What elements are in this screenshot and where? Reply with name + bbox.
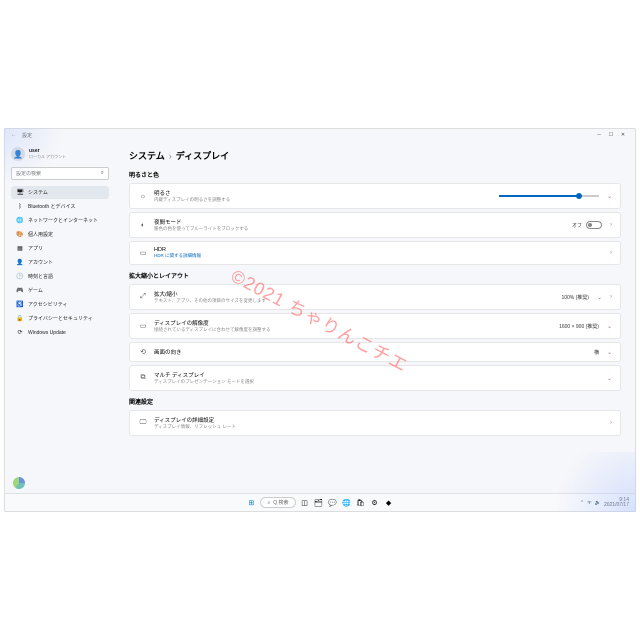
explorer-icon[interactable]: 🗂: [314, 498, 324, 508]
card-nightlight[interactable]: ◐ 夜間モード暖色の色を使ってブルーライトをブロックする オフ›: [129, 212, 621, 238]
edge-taskbar-icon[interactable]: 🌐: [342, 498, 352, 508]
card-orientation[interactable]: ⟲ 画面の向き 横⌄: [129, 342, 621, 362]
sidebar-item-gaming[interactable]: 🎮ゲーム: [11, 284, 109, 297]
sidebar-item-time[interactable]: 🕒時刻と言語: [11, 270, 109, 283]
chevron-right-icon[interactable]: ›: [610, 250, 612, 256]
chevron-down-icon[interactable]: ⌄: [607, 323, 612, 330]
chevron-down-icon[interactable]: ⌄: [607, 349, 612, 356]
hdr-link[interactable]: HDR に関する詳細情報: [154, 253, 600, 259]
sidebar-item-bluetooth[interactable]: ᛒBluetooth とデバイス: [11, 200, 109, 213]
chevron-down-icon[interactable]: ⌄: [597, 294, 602, 301]
titlebar: ← 設定 ─ ☐ ✕: [5, 129, 635, 141]
card-advanced-display[interactable]: 🖵 ディスプレイの詳細設定ディスプレイ情報、リフレッシュ レート ›: [129, 410, 621, 436]
card-scale[interactable]: ⤢ 拡大/縮小テキスト、アプリ、その他の項目のサイズを変更します 100% (推…: [129, 284, 621, 310]
privacy-icon: 🔒: [16, 315, 24, 322]
orientation-dropdown[interactable]: 横: [594, 349, 599, 356]
nightlight-toggle[interactable]: [586, 221, 602, 229]
chat-icon[interactable]: 💬: [328, 498, 338, 508]
nightlight-icon: ◐: [138, 222, 148, 229]
volume-tray-icon[interactable]: 🔈: [595, 500, 601, 506]
taskview-icon[interactable]: ◫: [300, 498, 310, 508]
accounts-icon: 👤: [16, 259, 24, 266]
sidebar-item-network[interactable]: 🌐ネットワークとインターネット: [11, 214, 109, 227]
hdr-icon: ▭: [138, 249, 148, 257]
clock[interactable]: 9:14 2021/07/17: [604, 498, 629, 508]
avatar: 👤: [11, 147, 25, 161]
card-brightness[interactable]: ☼ 明るさ内蔵ディスプレイの明るさを調整する ⌄: [129, 183, 621, 209]
settings-taskbar-icon[interactable]: ⚙: [370, 498, 380, 508]
search-icon: ⌕: [101, 170, 104, 177]
sidebar-item-accessibility[interactable]: ♿アクセシビリティ: [11, 298, 109, 311]
search-box[interactable]: ⌕: [11, 167, 109, 180]
maximize-button[interactable]: ☐: [605, 132, 617, 138]
sidebar-item-personalization[interactable]: 🎨個人用設定: [11, 228, 109, 241]
minimize-button[interactable]: ─: [593, 132, 605, 138]
settings-window: ← 設定 ─ ☐ ✕ 👤 user ローカル アカウント ⌕ 🖥システム ᛒBl…: [4, 128, 636, 512]
multi-display-icon: ⧉: [138, 374, 148, 382]
chevron-right-icon[interactable]: ›: [610, 222, 612, 228]
sidebar-item-accounts[interactable]: 👤アカウント: [11, 256, 109, 269]
taskbar: ⊞ ⌕Q 検索 ◫ 🗂 💬 🌐 🛍 ⚙ ◆ ⌃ ᯤ 🔈 9:14 2021/07…: [5, 493, 635, 511]
window-title: 設定: [22, 132, 32, 139]
system-tray[interactable]: ⌃ ᯤ 🔈 9:14 2021/07/17: [580, 498, 629, 508]
main-content: システム›ディスプレイ 明るさと色 ☼ 明るさ内蔵ディスプレイの明るさを調整する…: [115, 141, 635, 511]
sidebar-item-system[interactable]: 🖥システム: [11, 186, 109, 199]
network-icon: 🌐: [16, 217, 24, 224]
chevron-down-icon[interactable]: ⌄: [607, 193, 612, 200]
network-tray-icon[interactable]: ᯤ: [587, 500, 592, 506]
sidebar: 👤 user ローカル アカウント ⌕ 🖥システム ᛒBluetooth とデバ…: [5, 141, 115, 511]
card-resolution[interactable]: ▭ ディスプレイの解像度接続されているディスプレイに合わせて解像度を調整する 1…: [129, 313, 621, 339]
taskbar-search[interactable]: ⌕Q 検索: [260, 497, 295, 508]
chevron-right-icon[interactable]: ›: [610, 420, 612, 426]
orientation-icon: ⟲: [138, 348, 148, 356]
brightness-slider[interactable]: [499, 192, 599, 200]
sidebar-item-apps[interactable]: ▦アプリ: [11, 242, 109, 255]
back-icon[interactable]: ←: [11, 132, 16, 138]
search-icon: ⌕: [267, 500, 270, 506]
tray-chevron-icon[interactable]: ⌃: [580, 500, 584, 506]
apps-icon: ▦: [16, 245, 24, 252]
section-brightness-title: 明るさと色: [129, 170, 621, 179]
sidebar-item-privacy[interactable]: 🔒プライバシーとセキュリティ: [11, 312, 109, 325]
sidebar-item-update[interactable]: ⟳Windows Update: [11, 326, 109, 339]
edge-icon[interactable]: [13, 477, 25, 489]
breadcrumb-display: ディスプレイ: [176, 151, 229, 161]
scale-icon: ⤢: [138, 293, 148, 301]
section-related-title: 関連設定: [129, 397, 621, 406]
card-hdr[interactable]: ▭ HDRHDR に関する詳細情報 ›: [129, 241, 621, 265]
resolution-icon: ▭: [138, 322, 148, 330]
app-icon[interactable]: ◆: [384, 498, 394, 508]
section-scale-title: 拡大縮小とレイアウト: [129, 271, 621, 280]
chevron-down-icon[interactable]: ⌄: [607, 375, 612, 382]
user-block[interactable]: 👤 user ローカル アカウント: [11, 147, 109, 161]
chevron-right-icon[interactable]: ›: [610, 294, 612, 300]
breadcrumb: システム›ディスプレイ: [129, 149, 621, 162]
nav: 🖥システム ᛒBluetooth とデバイス 🌐ネットワークとインターネット 🎨…: [11, 186, 109, 339]
breadcrumb-system[interactable]: システム: [129, 151, 165, 161]
personalization-icon: 🎨: [16, 231, 24, 238]
time-icon: 🕒: [16, 273, 24, 280]
update-icon: ⟳: [16, 329, 24, 336]
brightness-icon: ☼: [138, 193, 148, 200]
resolution-dropdown[interactable]: 1600 × 900 (推奨): [559, 323, 599, 330]
monitor-icon: 🖵: [138, 419, 148, 427]
card-multi-display[interactable]: ⧉ マルチ ディスプレイディスプレイのプレゼンテーション モードを選択 ⌄: [129, 365, 621, 391]
start-button[interactable]: ⊞: [246, 498, 256, 508]
close-button[interactable]: ✕: [617, 132, 629, 138]
store-icon[interactable]: 🛍: [356, 498, 366, 508]
scale-dropdown[interactable]: 100% (推奨): [561, 294, 589, 301]
system-icon: 🖥: [16, 189, 24, 196]
user-account: ローカル アカウント: [29, 154, 66, 160]
accessibility-icon: ♿: [16, 301, 24, 308]
search-input[interactable]: [16, 171, 101, 177]
bluetooth-icon: ᛒ: [16, 204, 24, 210]
gaming-icon: 🎮: [16, 287, 24, 294]
